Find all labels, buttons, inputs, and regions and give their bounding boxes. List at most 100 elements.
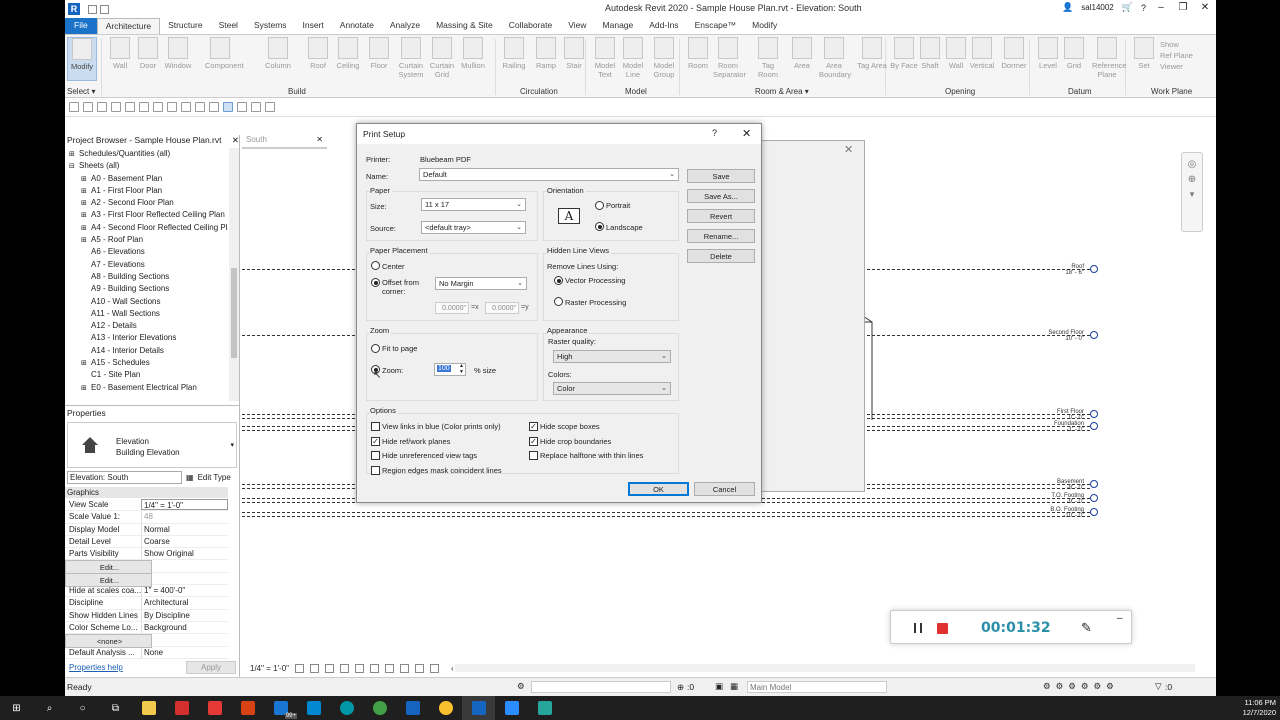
tool-curtain-system[interactable]: Curtain System bbox=[396, 37, 426, 79]
steering-wheel-icon[interactable]: ◎ bbox=[1182, 159, 1202, 170]
zoom-spinner[interactable]: 100 ▲ ▼ bbox=[434, 363, 466, 376]
panel-label[interactable]: Circulation bbox=[520, 87, 558, 96]
measure-icon[interactable] bbox=[153, 102, 163, 112]
expand-toggle-icon[interactable]: ⊞ bbox=[81, 235, 91, 246]
youtube-icon[interactable] bbox=[198, 696, 231, 720]
show-crop-icon[interactable] bbox=[370, 663, 380, 673]
property-value[interactable]: <none> bbox=[65, 634, 152, 649]
size-select[interactable]: 11 x 17 ⌄ bbox=[421, 198, 526, 211]
tab-architecture[interactable]: Architecture bbox=[96, 18, 161, 34]
tree-item[interactable]: A7 - Elevations bbox=[65, 259, 228, 271]
zoom-input[interactable]: 100 bbox=[437, 365, 451, 372]
view-tab-south[interactable]: South ✕ bbox=[242, 135, 327, 149]
word-icon[interactable] bbox=[396, 696, 429, 720]
level-line[interactable] bbox=[242, 512, 1090, 513]
store-icon[interactable] bbox=[297, 696, 330, 720]
panel-label[interactable]: Datum bbox=[1068, 87, 1092, 96]
tool-model-line[interactable]: Model Line bbox=[618, 37, 648, 79]
tree-item[interactable]: ⊞ E0 - Basement Electrical Plan bbox=[65, 382, 228, 394]
name-select[interactable]: Default ⌄ bbox=[419, 168, 679, 181]
expand-toggle-icon[interactable]: ⊞ bbox=[81, 358, 91, 369]
workset-select[interactable] bbox=[531, 681, 671, 693]
tab-massing-site[interactable]: Massing & Site bbox=[428, 18, 501, 34]
tool-dormer[interactable]: Dormer bbox=[999, 37, 1029, 70]
reveal-hidden-icon[interactable] bbox=[400, 663, 410, 673]
design-options-icon[interactable]: ▦ bbox=[730, 681, 738, 692]
close-icon[interactable]: ✕ bbox=[232, 135, 239, 147]
expand-toggle-icon[interactable]: ⊞ bbox=[81, 198, 91, 209]
tree-item[interactable]: A11 - Wall Sections bbox=[65, 308, 228, 320]
colors-select[interactable]: Color ⌄ bbox=[553, 382, 671, 395]
ok-button[interactable]: OK bbox=[628, 482, 689, 496]
tool-tag-area[interactable]: Tag Area bbox=[857, 37, 887, 70]
edit-type-button[interactable]: Edit Type bbox=[198, 473, 231, 482]
vector-processing-radio[interactable] bbox=[554, 276, 563, 285]
type-selector[interactable]: Elevation Building Elevation ▾ bbox=[67, 422, 237, 468]
tree-item[interactable]: A12 - Details bbox=[65, 320, 228, 332]
selection-options-icons[interactable]: ⚙⚙⚙⚙⚙⚙ bbox=[1043, 681, 1119, 692]
chevron-left-icon[interactable]: ‹ bbox=[451, 664, 454, 673]
tab-analyze[interactable]: Analyze bbox=[382, 18, 428, 34]
tool-tag-room[interactable]: Tag Room bbox=[753, 37, 783, 79]
visual-style-icon[interactable] bbox=[310, 663, 320, 673]
expand-toggle-icon[interactable]: ⊟ bbox=[69, 161, 79, 172]
tool-area[interactable]: Area bbox=[787, 37, 817, 70]
powerpoint-icon[interactable] bbox=[231, 696, 264, 720]
close-icon[interactable]: ✕ bbox=[742, 127, 751, 140]
close-icon[interactable]: ✕ bbox=[844, 143, 853, 156]
level-head-icon[interactable] bbox=[1090, 410, 1098, 418]
save-icon[interactable] bbox=[100, 4, 109, 14]
instance-selector[interactable]: Elevation: South bbox=[67, 470, 182, 484]
tree-item[interactable]: A9 - Building Sections bbox=[65, 283, 228, 295]
fit-to-page-radio[interactable] bbox=[371, 344, 380, 353]
tree-item[interactable]: A13 - Interior Elevations bbox=[65, 332, 228, 344]
revit-taskbar-icon[interactable] bbox=[462, 696, 495, 720]
save-button[interactable]: Save bbox=[687, 169, 755, 183]
acrobat-icon[interactable] bbox=[165, 696, 198, 720]
tree-item[interactable]: A6 - Elevations bbox=[65, 246, 228, 258]
tool-door[interactable]: Door bbox=[133, 37, 163, 70]
tab-add-ins[interactable]: Add-Ins bbox=[641, 18, 686, 34]
tool-railing[interactable]: Railing bbox=[499, 37, 529, 70]
tree-item[interactable]: ⊞ A15 - Schedules bbox=[65, 357, 228, 369]
restore-icon[interactable]: ❐ bbox=[1176, 2, 1190, 13]
panel-label[interactable]: Room & Area ▾ bbox=[755, 87, 809, 96]
undo-icon[interactable] bbox=[111, 102, 121, 112]
properties-help-link[interactable]: Properties help bbox=[69, 663, 123, 672]
rename-button[interactable]: Rename... bbox=[687, 229, 755, 243]
tool-stair[interactable]: Stair bbox=[559, 37, 589, 70]
viewer-tool[interactable]: Viewer bbox=[1160, 61, 1193, 72]
expand-toggle-icon[interactable]: ⊞ bbox=[81, 223, 91, 234]
sync-icon[interactable] bbox=[97, 102, 107, 112]
mail-icon[interactable]: 99+ bbox=[264, 696, 297, 720]
close-icon[interactable]: ✕ bbox=[1198, 2, 1212, 13]
tree-item[interactable]: ⊞ Schedules/Quantities (all) bbox=[65, 148, 228, 160]
spinner-arrows-icon[interactable]: ▲ ▼ bbox=[459, 363, 464, 375]
panel-label[interactable]: Work Plane bbox=[1151, 87, 1192, 96]
design-option-select[interactable]: Main Model bbox=[747, 681, 887, 693]
option-checkbox[interactable]: ✓ bbox=[529, 437, 538, 446]
edit-type-icon[interactable]: ▦ bbox=[186, 473, 194, 482]
level-head-icon[interactable] bbox=[1090, 508, 1098, 516]
minimize-icon[interactable]: – bbox=[1117, 613, 1123, 624]
tool-room-separator[interactable]: Room Separator bbox=[713, 37, 746, 79]
option-checkbox[interactable]: ✓ bbox=[371, 437, 380, 446]
property-value[interactable]: Edit... bbox=[65, 572, 152, 587]
signin-icon[interactable]: 👤 bbox=[1062, 2, 1073, 13]
help-icon[interactable]: ? bbox=[1141, 3, 1146, 13]
chrome-profile-icon[interactable] bbox=[429, 696, 462, 720]
user-name[interactable]: sal14002 bbox=[1081, 3, 1113, 12]
tool-roof[interactable]: Roof bbox=[303, 37, 333, 70]
tool-grid[interactable]: Grid bbox=[1059, 37, 1089, 70]
source-select[interactable]: <default tray> ⌄ bbox=[421, 221, 526, 234]
customize-qat-icon[interactable] bbox=[265, 102, 275, 112]
worksets-icon[interactable]: ⚙ bbox=[517, 681, 525, 692]
tag-icon[interactable] bbox=[181, 102, 191, 112]
tab-enscape[interactable]: Enscape™ bbox=[687, 18, 745, 34]
raster-quality-select[interactable]: High ⌄ bbox=[553, 350, 671, 363]
tool-window[interactable]: Window bbox=[163, 37, 193, 70]
zoom-icon[interactable]: ⊕ bbox=[1182, 174, 1202, 185]
save-as-button[interactable]: Save As... bbox=[687, 189, 755, 203]
minimize-icon[interactable]: – bbox=[1154, 2, 1168, 13]
worksharing-icon[interactable] bbox=[415, 663, 425, 673]
